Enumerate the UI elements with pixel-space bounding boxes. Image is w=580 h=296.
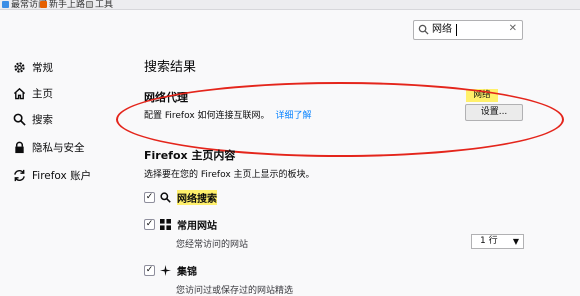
- web-search-label: 网络搜索: [177, 190, 217, 205]
- top-sites-checkbox[interactable]: ✓: [144, 219, 155, 230]
- highlights-checkbox[interactable]: ✓: [144, 265, 155, 276]
- lock-icon: [12, 140, 26, 154]
- search-icon: [160, 192, 171, 203]
- sidebar-item-label: 搜索: [32, 113, 53, 126]
- clear-search-icon[interactable]: ✕: [509, 23, 517, 34]
- bookmark-getting-started[interactable]: 新手上路: [40, 0, 85, 9]
- chevron-down-icon: ▼: [512, 237, 519, 246]
- search-value: 网络: [432, 24, 452, 35]
- bookmarks-toolbar: 最常访问 新手上路 工具: [0, 0, 580, 10]
- highlights-sublabel: 您访问过或保存过的网站精选: [176, 286, 294, 296]
- sidebar-item-label: 主页: [32, 87, 53, 100]
- home-content-title: Firefox 主页内容: [144, 149, 236, 162]
- page-title: 搜索结果: [144, 60, 197, 75]
- sidebar-item-home[interactable]: 主页: [12, 84, 53, 102]
- search-match-tooltip: 网络: [466, 89, 498, 102]
- sync-icon: [12, 168, 26, 182]
- network-proxy-title: 网络代理: [144, 91, 188, 104]
- gear-icon: [12, 60, 26, 74]
- web-search-option: 网络搜索: [160, 190, 217, 205]
- highlights-option: 集锦: [160, 263, 197, 278]
- firefox-icon: [40, 1, 47, 8]
- grid-icon: [160, 219, 171, 230]
- top-sites-rows-select[interactable]: 1 行 ▼: [471, 234, 524, 249]
- rows-select-value: 1 行: [480, 236, 498, 246]
- sparkle-icon: [160, 265, 171, 276]
- top-sites-option: 常用网站: [160, 217, 217, 232]
- sidebar-item-label: Firefox 账户: [32, 169, 92, 182]
- top-sites-sublabel: 您经常访问的网站: [176, 240, 249, 250]
- sidebar-item-label: 常规: [32, 61, 53, 74]
- home-icon: [12, 86, 26, 100]
- sidebar-item-firefox-account[interactable]: Firefox 账户: [12, 166, 91, 184]
- highlights-label: 集锦: [177, 267, 197, 278]
- bookmark-tools[interactable]: 工具: [86, 0, 113, 9]
- top-sites-label: 常用网站: [177, 221, 217, 232]
- web-search-checkbox[interactable]: ✓: [144, 192, 155, 203]
- folder-icon: [86, 1, 93, 8]
- search-icon: [12, 112, 26, 126]
- text-caret: [456, 24, 457, 36]
- network-settings-button[interactable]: 设置...: [465, 104, 523, 121]
- sidebar-item-label: 隐私与安全: [32, 141, 85, 154]
- network-proxy-description: 配置 Firefox 如何连接互联网。 详细了解: [144, 111, 312, 121]
- sidebar-item-search[interactable]: 搜索: [12, 110, 53, 128]
- sidebar-item-general[interactable]: 常规: [12, 58, 53, 76]
- search-icon: [418, 24, 429, 35]
- home-content-description: 选择要在您的 Firefox 主页上显示的板块。: [144, 170, 315, 180]
- learn-more-link[interactable]: 详细了解: [276, 111, 312, 121]
- globe-icon: [2, 1, 9, 8]
- preferences-search-input[interactable]: 网络 ✕: [413, 20, 523, 40]
- sidebar-item-privacy[interactable]: 隐私与安全: [12, 138, 85, 156]
